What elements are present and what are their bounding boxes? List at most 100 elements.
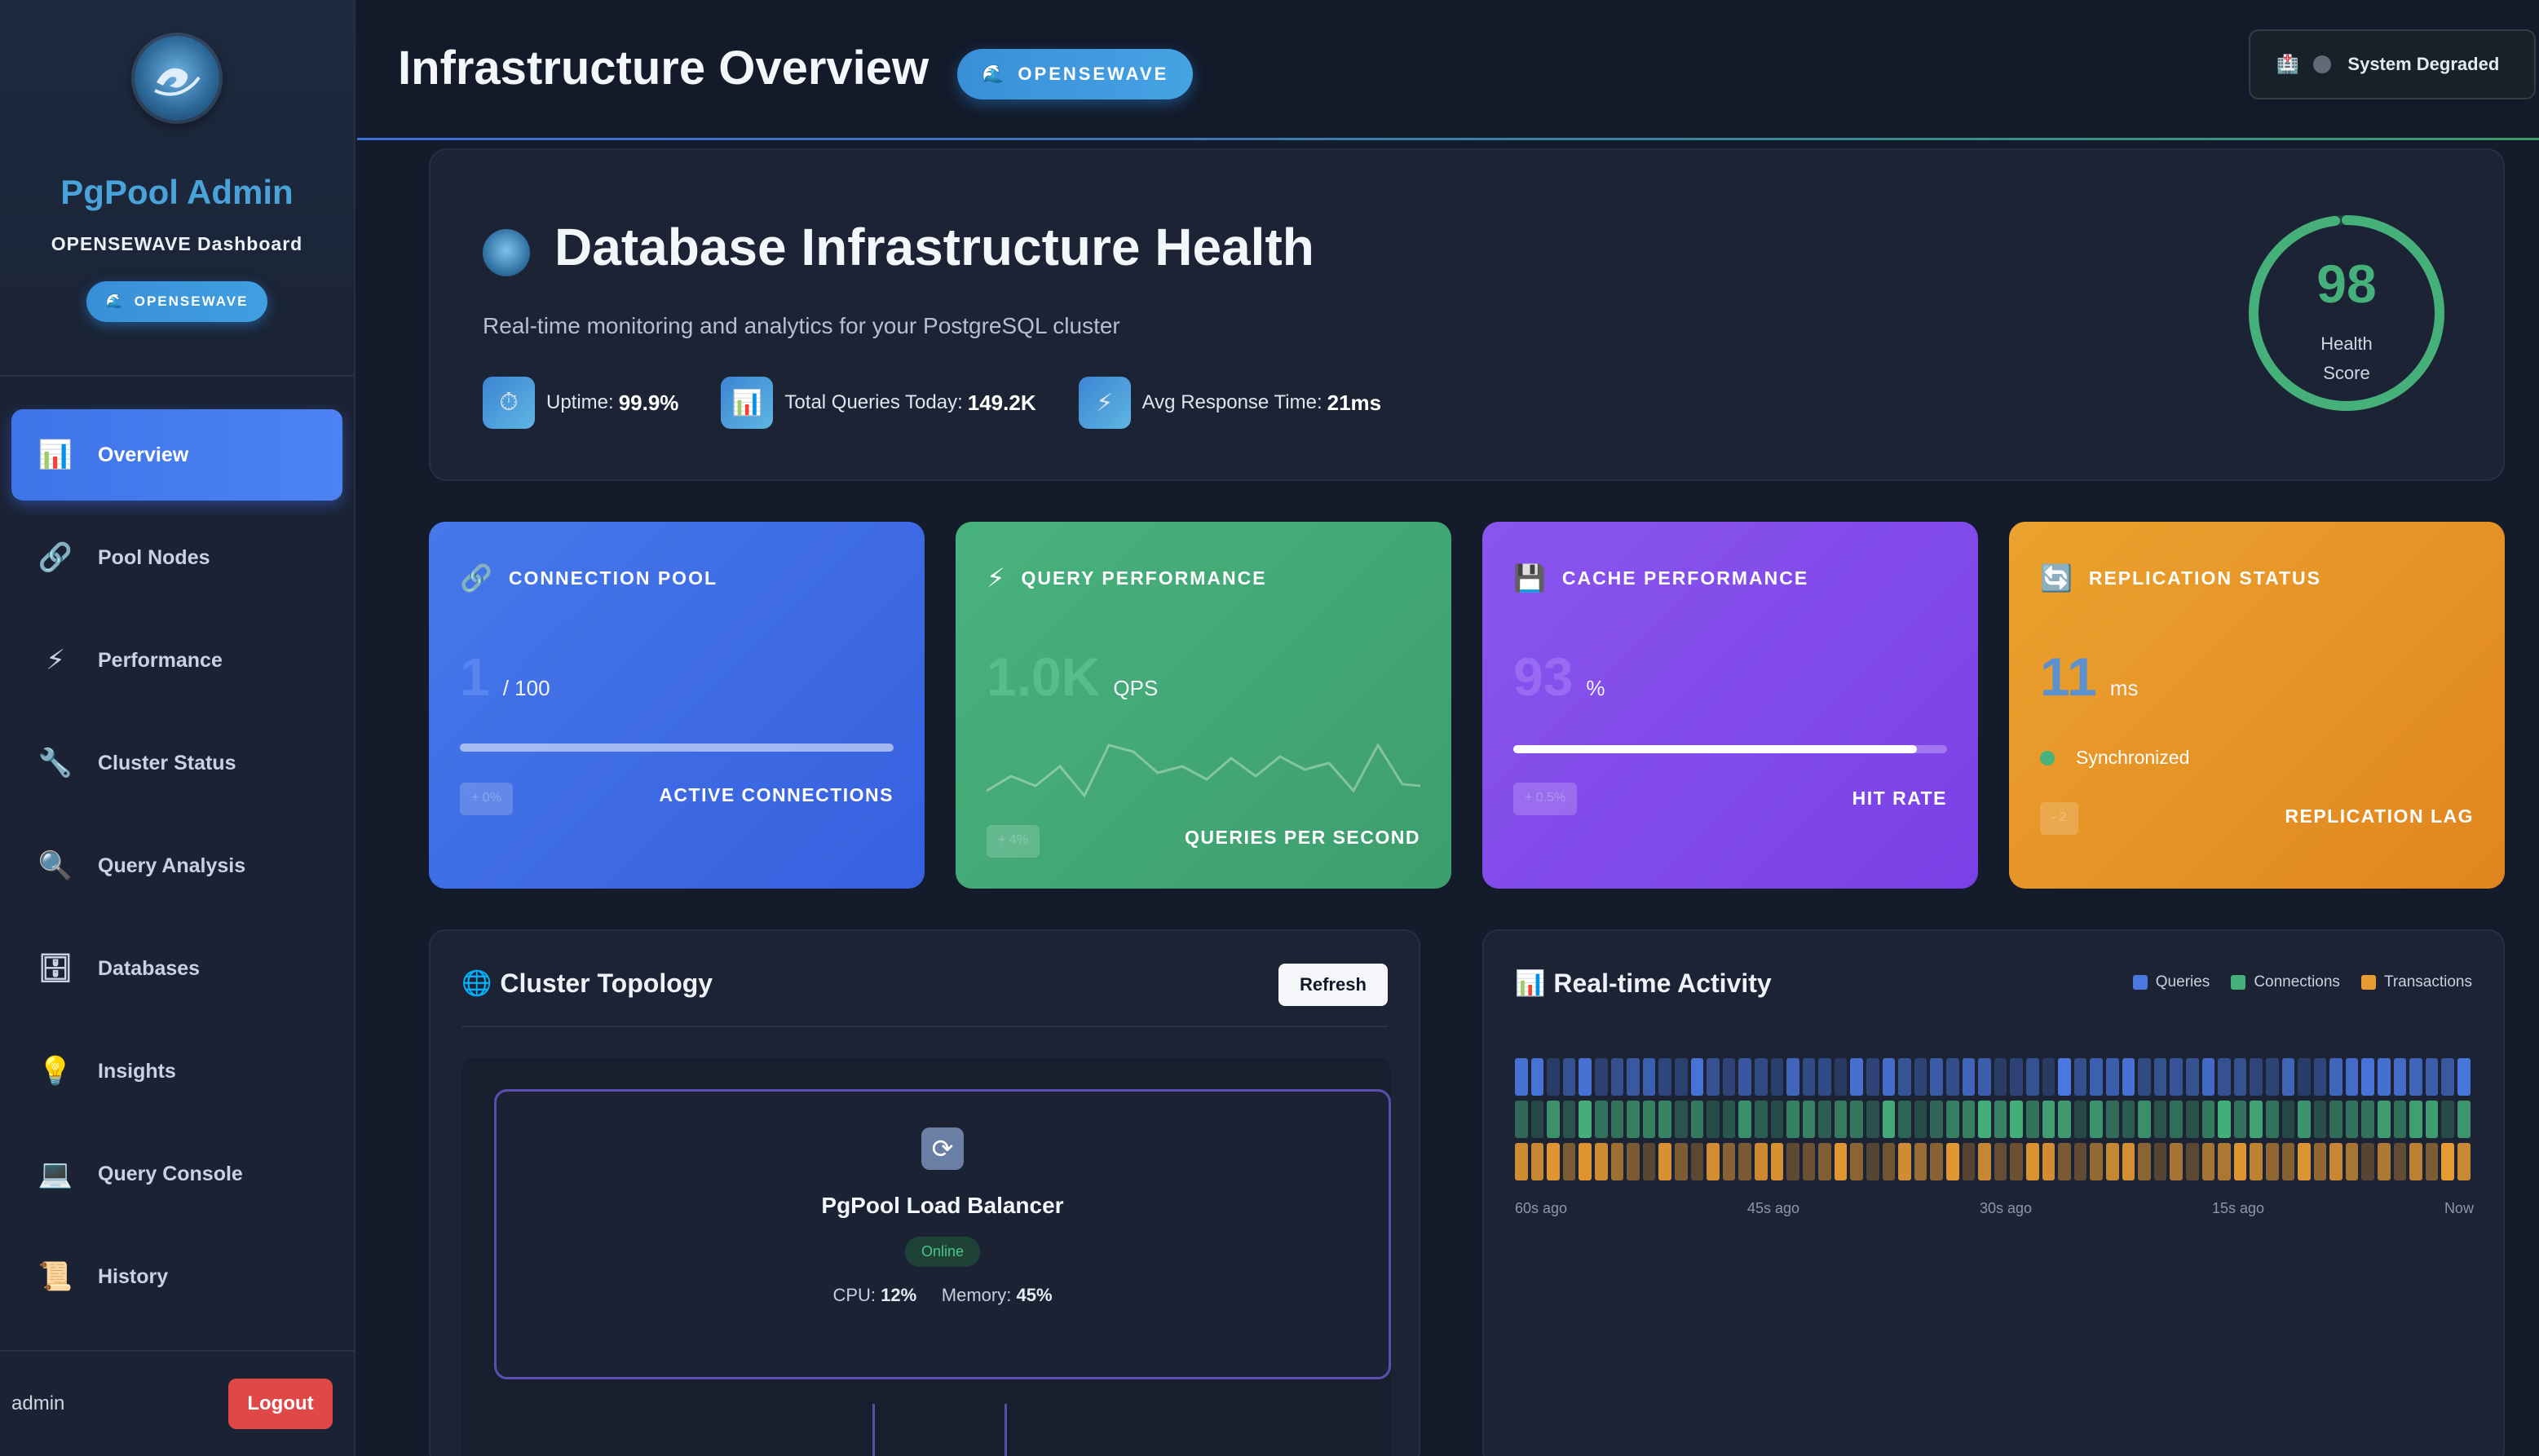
app-title: PgPool Admin — [60, 173, 294, 211]
link-icon: 🔗 — [38, 542, 73, 573]
system-status-indicator[interactable]: 🏥 System Degraded — [2249, 29, 2536, 99]
card-header: 🔄 REPLICATION STATUS — [2040, 563, 2321, 593]
replication-status-card[interactable]: 🔄 REPLICATION STATUS 11 ms Synchronized … — [2009, 522, 2505, 889]
heatmap-cell — [2329, 1058, 2343, 1096]
heatmap-cell — [1722, 1101, 1736, 1138]
sidebar-item-cluster-status[interactable]: 🔧 Cluster Status — [11, 717, 342, 809]
sidebar-item-query-analysis[interactable]: 🔍 Query Analysis — [11, 820, 342, 911]
sidebar-item-performance[interactable]: ⚡ Performance — [11, 615, 342, 706]
heatmap-cell — [2058, 1101, 2071, 1138]
heatmap-cell — [1802, 1143, 1816, 1180]
heatmap-cell — [1690, 1058, 1704, 1096]
heatmap-cell — [2393, 1101, 2407, 1138]
sidebar-item-overview[interactable]: 📊 Overview — [11, 409, 342, 501]
card-header: ⚡ QUERY PERFORMANCE — [987, 563, 1267, 593]
heatmap-cell — [2425, 1143, 2439, 1180]
heatmap-cell — [2090, 1058, 2103, 1096]
heatmap-cell — [1674, 1101, 1688, 1138]
cache-performance-card[interactable]: 💾 CACHE PERFORMANCE 93 % + 0.5% HIT RATE — [1482, 522, 1978, 889]
card-unit: % — [1586, 676, 1605, 700]
load-balancer-node[interactable]: ⟳ PgPool Load Balancer Online CPU: 12% M… — [494, 1089, 1391, 1379]
sync-status-dot — [2040, 750, 2055, 766]
legend-item-connections: Connections — [2231, 973, 2340, 991]
sidebar-item-history[interactable]: 📜 History — [11, 1231, 342, 1322]
lightning-icon: ⚡ — [987, 563, 1007, 593]
sidebar: PgPool Admin OPENSEWAVE Dashboard 🌊 OPEN… — [0, 0, 355, 1456]
heatmap-cell — [1547, 1143, 1560, 1180]
heatmap-cell — [1850, 1058, 1864, 1096]
qps-sparkline — [987, 743, 1420, 798]
heatmap-cell — [2138, 1143, 2151, 1180]
card-title: CACHE PERFORMANCE — [1561, 567, 1809, 589]
heatmap-cell — [2122, 1101, 2135, 1138]
heatmap-cell — [1786, 1058, 1799, 1096]
legend-label: Queries — [2155, 973, 2210, 991]
card-value: 11 ms — [2040, 646, 2138, 708]
heatmap-cell — [1946, 1143, 1959, 1180]
heatmap-cell — [2378, 1143, 2391, 1180]
sidebar-item-label: Cluster Status — [98, 751, 236, 774]
heatmap-cell — [1610, 1058, 1624, 1096]
heatmap-cell — [1530, 1101, 1544, 1138]
heatmap-cell — [2026, 1143, 2039, 1180]
heatmap-cell — [2122, 1058, 2135, 1096]
time-label: 15s ago — [2211, 1200, 2265, 1216]
sidebar-item-insights[interactable]: 💡 Insights — [11, 1026, 342, 1117]
hero-stats: ⏱ Uptime: 99.9% 📊 Total Queries Today: 1… — [483, 377, 1424, 429]
status-dot — [2313, 55, 2332, 73]
wave-icon: 🌊 — [982, 64, 1007, 84]
query-performance-card[interactable]: ⚡ QUERY PERFORMANCE 1.0K QPS + 4% QUERIE… — [956, 522, 1451, 889]
heatmap-cell — [2042, 1058, 2055, 1096]
card-title: QUERY PERFORMANCE — [1021, 567, 1267, 589]
cache-progress-bar — [1513, 745, 1947, 753]
hero-heading: Database Infrastructure Health — [483, 217, 1314, 277]
hit-rate-value: 93 — [1513, 646, 1574, 707]
heatmap-cell — [2457, 1101, 2471, 1138]
brand-badge: 🌊 OPENSEWAVE — [86, 281, 268, 322]
card-value: 93 % — [1513, 646, 1605, 708]
refresh-button[interactable]: Refresh — [1278, 964, 1388, 1006]
sidebar-item-label: Insights — [98, 1059, 176, 1083]
heatmap-cell — [1515, 1101, 1528, 1138]
divider — [461, 1026, 1388, 1027]
link-icon: 🔗 — [460, 563, 494, 593]
wave-icon: 🌊 — [105, 293, 125, 309]
heatmap-cell — [2073, 1058, 2087, 1096]
heatmap-cell — [1914, 1101, 1927, 1138]
connection-pool-card[interactable]: 🔗 CONNECTION POOL 1 / 100 + 0% ACTIVE CO… — [429, 522, 925, 889]
header-brand-badge: 🌊 OPENSEWAVE — [957, 49, 1194, 99]
heatmap-cell — [1962, 1058, 1976, 1096]
heatmap-cell — [2170, 1101, 2183, 1138]
heatmap-cell — [1707, 1101, 1720, 1138]
heatmap-cell — [1898, 1143, 1911, 1180]
activity-time-axis: 60s ago 45s ago 30s ago 15s ago Now — [1515, 1200, 2474, 1217]
heatmap-cell — [2265, 1101, 2279, 1138]
sidebar-item-pool-nodes[interactable]: 🔗 Pool Nodes — [11, 512, 342, 603]
heatmap-cell — [1770, 1058, 1784, 1096]
heatmap-cell — [1802, 1101, 1816, 1138]
sidebar-footer: admin Logout — [0, 1350, 354, 1456]
refresh-arrows-icon: ⟳ — [921, 1127, 964, 1170]
heatmap-cell — [2378, 1101, 2391, 1138]
heatmap-cell — [1562, 1143, 1576, 1180]
chart-icon: 📊 — [38, 439, 73, 470]
lightning-icon: ⚡ — [1078, 377, 1131, 429]
sidebar-item-databases[interactable]: 🗄 Databases — [11, 923, 342, 1014]
card-header: 💾 CACHE PERFORMANCE — [1513, 563, 1808, 593]
heatmap-cell — [2026, 1101, 2039, 1138]
heatmap-cell — [2441, 1143, 2455, 1180]
heatmap-cell — [1594, 1101, 1608, 1138]
heatmap-cell — [2281, 1101, 2295, 1138]
heatmap-cell — [2361, 1058, 2375, 1096]
card-title: CONNECTION POOL — [508, 567, 718, 589]
heatmap-cell — [2026, 1058, 2039, 1096]
sidebar-nav: 📊 Overview 🔗 Pool Nodes ⚡ Performance 🔧 … — [0, 377, 354, 1322]
sidebar-item-query-console[interactable]: 💻 Query Console — [11, 1128, 342, 1220]
heatmap-cell — [1610, 1143, 1624, 1180]
legend-swatch — [2132, 975, 2148, 990]
lightning-icon: ⚡ — [46, 645, 65, 676]
logout-button[interactable]: Logout — [228, 1379, 333, 1429]
health-hero: Database Infrastructure Health Real-time… — [429, 148, 2505, 481]
heatmap-cell — [1594, 1058, 1608, 1096]
heatmap-cell — [2218, 1143, 2231, 1180]
